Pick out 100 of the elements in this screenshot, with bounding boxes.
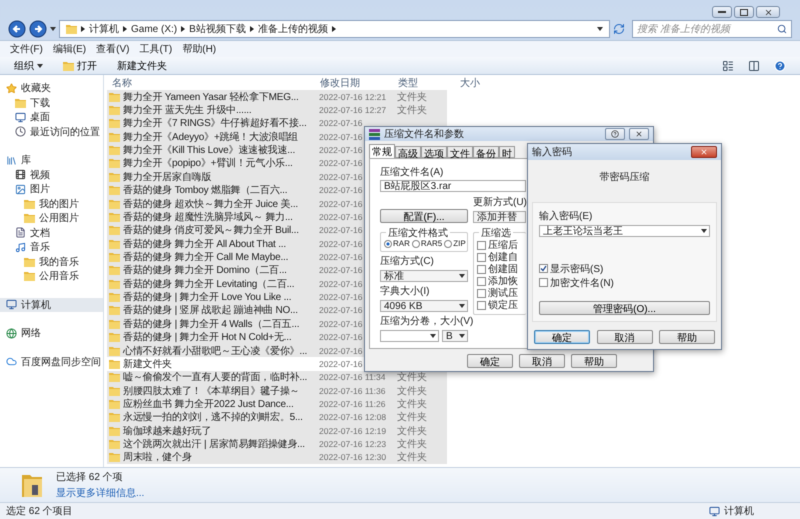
- refresh-icon[interactable]: [613, 23, 625, 35]
- details-link[interactable]: 显示更多详细信息...: [56, 486, 144, 500]
- breadcrumb[interactable]: 计算机: [89, 22, 119, 36]
- format-radio[interactable]: RAR: [384, 239, 410, 248]
- update-mode-dropdown[interactable]: 添加并替: [473, 211, 526, 223]
- dialog-button[interactable]: 取消: [519, 354, 565, 368]
- sidebar-item[interactable]: 桌面: [0, 110, 103, 124]
- sidebar-item[interactable]: 计算机: [0, 298, 103, 312]
- preview-pane-icon[interactable]: [748, 60, 760, 72]
- tab[interactable]: 常规: [369, 144, 395, 158]
- forward-button[interactable]: [29, 20, 47, 38]
- profiles-button[interactable]: 配置(F)...: [380, 209, 468, 223]
- menu-item[interactable]: 编辑(E): [52, 42, 86, 56]
- tab[interactable]: 时: [499, 146, 515, 158]
- sidebar-item[interactable]: 库: [0, 153, 103, 168]
- breadcrumb[interactable]: Game (X:): [131, 24, 178, 34]
- volume-unit-dropdown[interactable]: B: [442, 330, 468, 342]
- close-button[interactable]: [691, 146, 717, 158]
- password-field[interactable]: 上老王论坛当老王: [539, 225, 710, 237]
- menu-item[interactable]: 文件(F): [10, 42, 43, 56]
- sidebar-item[interactable]: 收藏夹: [0, 81, 103, 96]
- sidebar-item[interactable]: 视频: [0, 168, 103, 182]
- maximize-button[interactable]: [734, 6, 754, 18]
- sidebar-item[interactable]: 图片: [0, 182, 103, 196]
- option-checkbox[interactable]: 压缩后: [477, 239, 523, 251]
- minimize-button[interactable]: [712, 6, 732, 18]
- folder-icon: [66, 24, 77, 34]
- column-header[interactable]: 大小: [460, 76, 500, 90]
- sidebar-item[interactable]: 音乐: [0, 240, 103, 254]
- file-row[interactable]: 周末啦，健个身 2022-07-16 12:30 文件夹: [107, 450, 447, 464]
- dialog-button[interactable]: 取消: [596, 330, 652, 344]
- sidebar-item[interactable]: 下载: [0, 96, 103, 110]
- dialog-button[interactable]: 帮助: [571, 354, 617, 368]
- toolbar-button[interactable]: 组织: [14, 58, 43, 72]
- close-button[interactable]: [756, 6, 780, 18]
- file-row[interactable]: 这个跳两次就出汗 | 居家简易舞蹈操健身... 2022-07-16 12:23 文件夹: [107, 437, 447, 451]
- file-row[interactable]: 舞力全开 蓝天先生 升级中...... 2022-07-16 12:27 文件夹: [107, 103, 447, 117]
- tab[interactable]: 高级: [395, 146, 421, 158]
- search-icon[interactable]: [777, 24, 787, 34]
- sidebar-item[interactable]: 我的音乐: [0, 254, 103, 269]
- dialog-button[interactable]: 确定: [534, 330, 590, 344]
- file-row[interactable]: 别腰四肢太难了！《本草纲目》毽子操～ 2022-07-16 11:36 文件夹: [107, 384, 447, 398]
- folder-icon: [109, 212, 120, 222]
- back-button[interactable]: [8, 20, 26, 38]
- breadcrumb-arrow-icon[interactable]: [181, 26, 186, 32]
- option-checkbox[interactable]: 创建固: [477, 263, 523, 275]
- breadcrumb-arrow-icon[interactable]: [123, 26, 127, 32]
- dialog-button[interactable]: 帮助: [659, 330, 715, 344]
- column-header[interactable]: 类型: [398, 76, 460, 90]
- toolbar-button[interactable]: 打开: [63, 58, 97, 72]
- search-field[interactable]: 搜索 准备上传的视频: [632, 20, 792, 38]
- manage-passwords-button[interactable]: 管理密码(O)...: [539, 301, 710, 315]
- menu-item[interactable]: 帮助(H): [182, 42, 216, 56]
- tab[interactable]: 备份: [473, 146, 499, 158]
- breadcrumb-arrow-icon[interactable]: [250, 26, 254, 32]
- option-checkbox[interactable]: 加密文件名(N): [539, 276, 710, 289]
- tab[interactable]: 文件: [447, 146, 473, 158]
- option-checkbox[interactable]: 添加恢: [477, 275, 523, 287]
- column-header[interactable]: 名称: [104, 76, 320, 90]
- dictionary-dropdown[interactable]: 4096 KB: [380, 300, 468, 312]
- file-row[interactable]: 瑜伽球越来越好玩了 2022-07-16 12:19 文件夹: [107, 424, 447, 438]
- tab[interactable]: 选项: [421, 146, 447, 158]
- sidebar-item[interactable]: 公用音乐: [0, 269, 103, 284]
- format-radio[interactable]: RAR5: [412, 239, 442, 248]
- file-row[interactable]: 舞力全开 Yameen Yasar 轻松拿下MEG... 2022-07-16 12:21 文件夹: [107, 90, 447, 104]
- option-checkbox[interactable]: 锁定压: [477, 299, 523, 311]
- breadcrumb[interactable]: B站视频下载: [189, 22, 246, 36]
- folder-icon: [109, 158, 120, 168]
- option-checkbox[interactable]: 测试压: [477, 287, 523, 299]
- books-icon: [6, 154, 17, 166]
- help-button[interactable]: [605, 128, 625, 140]
- file-name: 舞力全开 蓝天先生 升级中......: [123, 104, 252, 118]
- file-name: 舞力全开《7 RINGS》牛仔裤超好看不接...: [123, 116, 308, 130]
- file-row[interactable]: 嘘～偷偷发个一直有人要的背面，临时补... 2022-07-16 11:34 文件夹: [107, 370, 447, 384]
- sidebar-item[interactable]: 文档: [0, 226, 103, 240]
- breadcrumb-arrow-icon[interactable]: [81, 26, 85, 32]
- view-icon[interactable]: [722, 60, 734, 72]
- dialog-button[interactable]: 确定: [467, 354, 513, 368]
- option-checkbox[interactable]: 创建自: [477, 251, 523, 263]
- format-radio[interactable]: ZIP: [444, 239, 466, 248]
- sidebar-item[interactable]: 网络: [0, 326, 103, 340]
- breadcrumb[interactable]: 准备上传的视频: [258, 22, 328, 36]
- column-header[interactable]: 修改日期: [320, 76, 398, 90]
- help-icon[interactable]: [774, 60, 786, 72]
- sidebar-item[interactable]: 公用图片: [0, 211, 103, 226]
- file-row[interactable]: 应粉丝血书 舞力全开2022 Just Dance... 2022-07-16 11:26 文件夹: [107, 397, 447, 411]
- sidebar-item[interactable]: 百度网盘同步空间: [0, 354, 103, 369]
- toolbar-button[interactable]: 新建文件夹: [117, 58, 167, 72]
- method-dropdown[interactable]: 标准: [380, 270, 468, 282]
- menu-item[interactable]: 工具(T): [139, 42, 172, 56]
- menu-item[interactable]: 查看(V): [96, 42, 130, 56]
- folder-icon: [109, 172, 120, 182]
- archive-name-field[interactable]: B站屁股区3.rar: [380, 180, 526, 192]
- option-checkbox[interactable]: 显示密码(S): [539, 262, 710, 275]
- file-row[interactable]: 永远慢一拍的刘刘，逃不掉的刘畊宏。5... 2022-07-16 12:08 文件夹: [107, 410, 447, 424]
- breadcrumb-arrow-icon[interactable]: [332, 26, 336, 32]
- folder-icon: [24, 213, 35, 224]
- sidebar-item[interactable]: 我的图片: [0, 196, 103, 211]
- sidebar-item[interactable]: 最近访问的位置: [0, 124, 103, 139]
- address-bar[interactable]: 计算机 Game (X:) B站视频下载 准备上传的视频: [59, 20, 610, 38]
